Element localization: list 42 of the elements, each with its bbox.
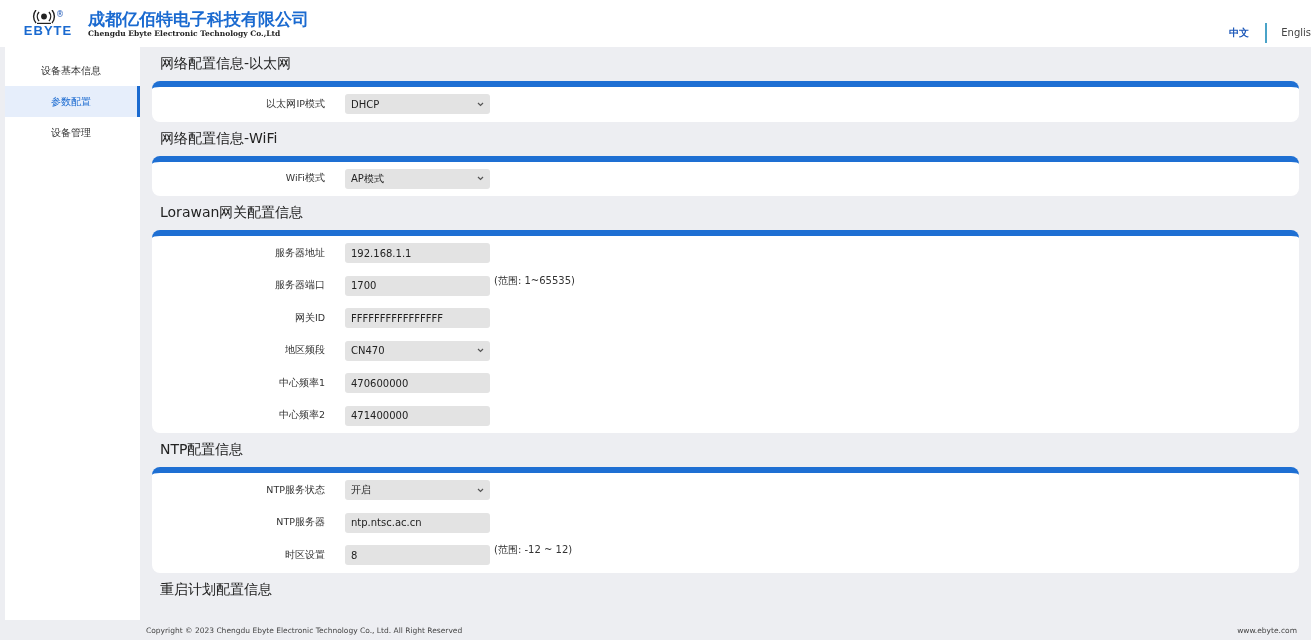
chevron-icon xyxy=(477,101,484,107)
select-field[interactable]: CN470 xyxy=(345,340,490,361)
language-link[interactable]: 中文 xyxy=(1229,25,1250,40)
field-label: 服务器地址 xyxy=(274,246,325,260)
wireless-signal-icon xyxy=(32,10,56,24)
field-label: NTP服务状态 xyxy=(265,483,325,497)
range-hint: (范围: 1~65535) xyxy=(494,273,575,288)
input-field[interactable]: FFFFFFFFFFFFFFFF xyxy=(345,308,490,329)
sidebar-item[interactable]: 设备基本信息 xyxy=(5,55,140,86)
chevron-icon xyxy=(477,487,484,493)
input-field[interactable]: 470600000 xyxy=(345,373,490,394)
range-hint: (范围: -12 ~ 12) xyxy=(494,543,573,557)
section-title: 网络配置信息-以太网 xyxy=(159,54,293,73)
field-label: WiFi模式 xyxy=(284,172,325,186)
select-field[interactable]: AP模式 xyxy=(345,168,490,189)
chevron-icon xyxy=(477,348,484,354)
section-title: NTP配置信息 xyxy=(159,440,245,459)
field-label: 地区频段 xyxy=(284,344,325,358)
company-name: 成都亿佰特电子科技有限公司 xyxy=(88,9,309,29)
field-label: 时区设置 xyxy=(284,548,325,562)
input-field[interactable]: 192.168.1.1 xyxy=(345,243,490,264)
language-link[interactable]: Englis xyxy=(1281,27,1311,38)
select-field[interactable]: 开启 xyxy=(345,480,490,501)
field-label: 中心频率2 xyxy=(277,409,325,423)
registered-mark: ® xyxy=(56,10,64,19)
field-label: NTP服务器 xyxy=(275,516,325,530)
input-field[interactable]: 8 xyxy=(345,545,490,566)
input-field[interactable]: 1700 xyxy=(345,275,490,296)
chevron-icon xyxy=(477,176,484,182)
field-label: 以太网IP模式 xyxy=(265,97,325,111)
select-field[interactable]: DHCP xyxy=(345,94,490,115)
sidebar-item[interactable]: 设备管理 xyxy=(5,117,140,148)
input-field[interactable]: 471400000 xyxy=(345,405,490,426)
logo-text: EBYTE xyxy=(23,24,73,37)
field-label: 网关ID xyxy=(293,311,325,325)
section-title: 重启计划配置信息 xyxy=(159,579,273,599)
section-title: Lorawan网关配置信息 xyxy=(159,203,305,222)
sidebar-item[interactable]: 参数配置 xyxy=(5,86,140,117)
field-label: 服务器端口 xyxy=(274,279,325,293)
field-label: 中心频率1 xyxy=(277,376,325,390)
section-title: 网络配置信息-WiFi xyxy=(159,128,279,148)
input-field[interactable]: ntp.ntsc.ac.cn xyxy=(345,512,490,533)
